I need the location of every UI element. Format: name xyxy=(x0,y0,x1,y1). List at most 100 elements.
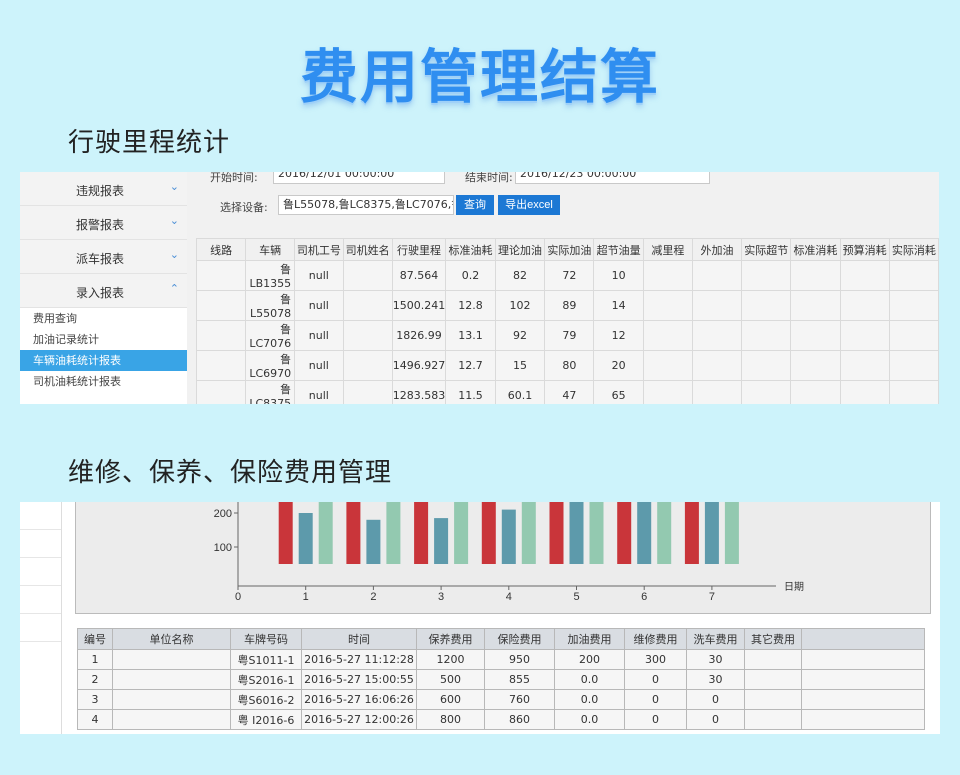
bar xyxy=(637,502,652,564)
table-cell: 0 xyxy=(624,709,687,730)
column-header[interactable] xyxy=(801,628,925,650)
x-tick-label: 5 xyxy=(573,591,579,603)
bar xyxy=(318,502,333,564)
column-header[interactable]: 实际超节 xyxy=(741,238,792,261)
table-cell: 87.564 xyxy=(391,260,447,291)
table-cell: 12.8 xyxy=(445,290,496,321)
x-tick-label: 3 xyxy=(438,591,444,603)
table-cell xyxy=(790,350,841,381)
table-cell xyxy=(888,350,939,381)
column-header[interactable]: 实际加油 xyxy=(544,238,595,261)
table-cell: 0.2 xyxy=(445,260,496,291)
column-header[interactable]: 司机工号 xyxy=(294,238,344,261)
column-header[interactable]: 保险费用 xyxy=(484,628,555,650)
column-header[interactable]: 加油费用 xyxy=(554,628,625,650)
table-cell: 粤S6016-2 xyxy=(230,689,302,710)
table-cell: 4 xyxy=(77,709,113,730)
column-header[interactable]: 车牌号码 xyxy=(230,628,302,650)
table-cell xyxy=(195,290,247,321)
sidebar-group-dispatch[interactable]: 派车报表 ⌄ xyxy=(20,240,187,274)
column-header[interactable]: 标准消耗 xyxy=(790,238,841,261)
column-header[interactable]: 单位名称 xyxy=(112,628,231,650)
table-cell: 79 xyxy=(544,320,595,351)
table-cell: 860 xyxy=(484,709,555,730)
end-time-input[interactable]: 2016/12/23 00:00:00 xyxy=(515,172,710,184)
table-cell xyxy=(642,380,693,404)
device-label: 选择设备: xyxy=(220,201,268,214)
bar xyxy=(454,502,469,564)
sidebar-group-alarm[interactable]: 报警报表 ⌄ xyxy=(20,206,187,240)
table-cell: 粤S1011-1 xyxy=(230,649,302,670)
column-header[interactable]: 维修费用 xyxy=(624,628,687,650)
column-header[interactable]: 车辆 xyxy=(245,238,296,261)
column-header[interactable]: 理论加油 xyxy=(494,238,546,261)
table-row[interactable]: 4粤 I2016-6 2016-5-27 12:00:26 800 860 0.0 0 0 xyxy=(77,709,925,730)
column-header[interactable]: 超节油量 xyxy=(593,238,644,261)
x-tick-label: 1 xyxy=(303,591,309,603)
column-header[interactable]: 编号 xyxy=(77,628,113,650)
sidebar-item-cost-query[interactable]: 费用查询 xyxy=(20,308,187,329)
column-header[interactable]: 预算消耗 xyxy=(839,238,890,261)
bar xyxy=(346,502,361,564)
column-header[interactable]: 其它费用 xyxy=(744,628,802,650)
x-tick-label: 4 xyxy=(506,591,512,603)
table-cell xyxy=(691,260,743,291)
end-time-value: 2016/12/23 00:00:00 xyxy=(520,172,637,180)
query-button[interactable]: 查询 xyxy=(456,195,494,215)
chevron-down-icon: ⌄ xyxy=(169,180,179,193)
device-select[interactable]: 鲁L55078,鲁LC8375,鲁LC7076,鲁LC xyxy=(278,195,454,215)
table-cell: 粤 I2016-6 xyxy=(230,709,302,730)
table-row[interactable]: 3 粤S6016-2 2016-5-27 16:06:26 600 760 0.0 0 0 xyxy=(77,689,925,710)
table-cell xyxy=(642,290,693,321)
column-header[interactable]: 外加油 xyxy=(691,238,743,261)
y-tick-label: 200 xyxy=(214,508,232,520)
table-cell: 2016-5-27 16:06:26 xyxy=(301,689,417,710)
table-cell xyxy=(195,350,247,381)
table-cell xyxy=(741,380,792,404)
table-row[interactable]: 鲁LC8375 null 1283.583 11.5 60.1 47 65 xyxy=(195,380,939,404)
table-cell xyxy=(691,380,743,404)
table-cell: 200 xyxy=(554,649,625,670)
sidebar-item-vehicle-fuel-report[interactable]: 车辆油耗统计报表 xyxy=(20,350,187,371)
sidebar-group-entry[interactable]: 录入报表 ⌃ xyxy=(20,274,187,308)
sidebar-group-violation[interactable]: 违规报表 ⌄ xyxy=(20,172,187,206)
table-cell: 65 xyxy=(593,380,644,404)
table-cell: null xyxy=(294,320,344,351)
export-excel-button[interactable]: 导出excel xyxy=(498,195,560,215)
sidebar-item-fuel-records[interactable]: 加油记录统计 xyxy=(20,329,187,350)
table-row[interactable]: 鲁L55078 null 1500.241 12.8 102 89 14 xyxy=(195,290,939,321)
table-cell: 0 xyxy=(686,689,745,710)
table-cell xyxy=(888,320,939,351)
table-cell xyxy=(642,260,693,291)
table-row[interactable]: 鲁LB1355 null 87.564 0.2 82 72 10 xyxy=(195,260,939,291)
table-cell: null xyxy=(294,260,344,291)
column-header[interactable]: 线路 xyxy=(195,238,247,261)
table-cell: 950 xyxy=(484,649,555,670)
table-row[interactable]: 鲁LC6970 null 1496.927 12.7 15 80 20 xyxy=(195,350,939,381)
table-row[interactable]: 鲁LC7076 null 1826.99 13.1 92 79 12 xyxy=(195,320,939,351)
sidebar-group-label: 违规报表 xyxy=(76,184,125,198)
table-cell xyxy=(741,260,792,291)
table-row[interactable]: 1 粤S1011-1 2016-5-27 11:12:28 1200 950 200 300… xyxy=(77,649,925,670)
table-cell xyxy=(801,669,925,690)
table-cell xyxy=(112,649,231,670)
column-header[interactable]: 减里程 xyxy=(642,238,693,261)
column-header[interactable]: 实际消耗 xyxy=(888,238,939,261)
column-header[interactable]: 标准油耗 xyxy=(445,238,496,261)
column-header[interactable]: 行驶里程 xyxy=(391,238,447,261)
table-cell xyxy=(342,320,393,351)
mileage-panel: 违规报表 ⌄ 报警报表 ⌄ 派车报表 ⌄ 录入报表 ⌃ 费用查询 加油记录统计 … xyxy=(20,172,939,404)
table-cell xyxy=(744,709,802,730)
sidebar-item-driver-fuel-report[interactable]: 司机油耗统计报表 xyxy=(20,371,187,392)
start-time-input[interactable]: 2016/12/01 00:00:00 xyxy=(273,172,445,184)
table-cell xyxy=(790,320,841,351)
column-header[interactable]: 时间 xyxy=(301,628,417,650)
table-cell: 鲁LC6970 xyxy=(245,350,296,381)
table-cell xyxy=(691,290,743,321)
cost-panel: 100 200 0 1 2 3 4 5 6 7 日期 编号 单位名称 车牌号码 时间 保养费用 保险费用 加油费… xyxy=(20,502,940,734)
column-header[interactable]: 司机姓名 xyxy=(342,238,393,261)
column-header[interactable]: 保养费用 xyxy=(416,628,485,650)
table-row[interactable]: 2 粤S2016-1 2016-5-27 15:00:55 500 855 0.0 0 30 xyxy=(77,669,925,690)
column-header[interactable]: 洗车费用 xyxy=(686,628,745,650)
bar xyxy=(298,513,313,564)
